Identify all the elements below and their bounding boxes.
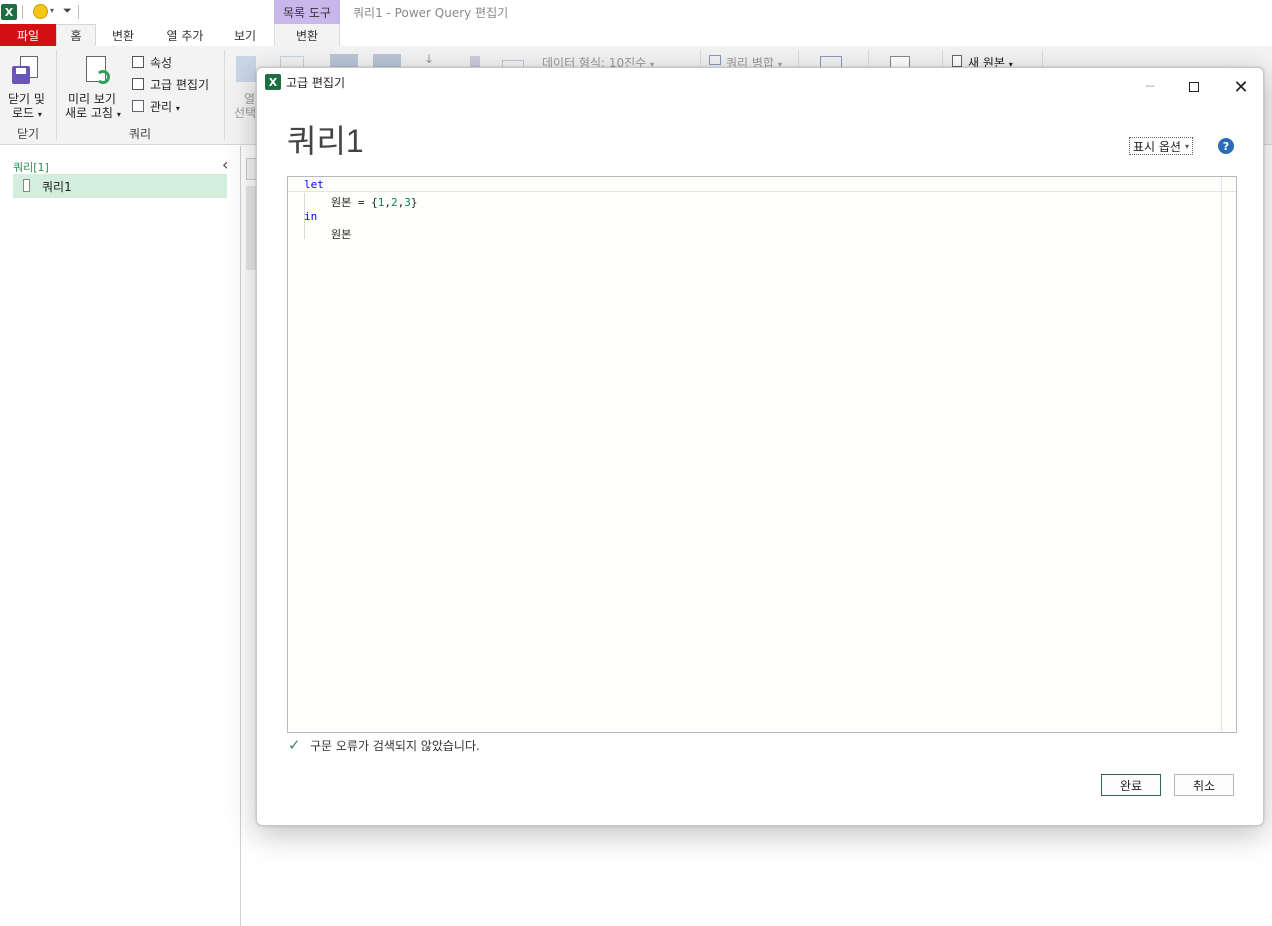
current-line-highlight [288,177,1236,192]
check-icon: ✓ [288,736,301,754]
refresh-preview-label-2[interactable]: 새로 고침 ▾ [65,104,121,121]
query-list-item[interactable]: 쿼리1 [13,174,227,198]
queries-pane: 쿼리[1] ‹ 쿼리1 [0,146,241,926]
advanced-editor-button[interactable]: 고급 편집기 [150,76,209,93]
context-tab-header: 목록 도구 [274,0,340,24]
manage-button[interactable]: 관리 ▾ [150,98,180,115]
code-editor[interactable]: let 원본 = {1,2,3} in 원본 [287,176,1237,733]
cancel-button[interactable]: 취소 [1174,774,1234,796]
separator [22,5,23,19]
separator [78,5,79,19]
close-load-label-2[interactable]: 로드 ▾ [12,104,42,121]
excel-logo-icon: X [265,74,281,90]
tab-add-column[interactable]: 열 추가 [156,24,214,46]
code-line-3: in [304,210,318,223]
done-button[interactable]: 완료 [1101,774,1161,796]
maximize-icon[interactable] [1179,74,1209,100]
group-label-query: 쿼리 [128,127,152,141]
manage-icon[interactable] [132,100,144,112]
display-options-dropdown[interactable]: 표시 옵션 ▾ [1129,137,1193,155]
new-source-icon[interactable] [952,55,962,67]
tab-home[interactable]: 홈 [56,24,96,46]
merge-queries-icon[interactable] [709,55,721,65]
tab-transform[interactable]: 변환 [98,24,148,46]
help-icon[interactable]: ? [1218,138,1234,154]
smiley-icon[interactable] [33,4,48,19]
excel-logo-icon: X [1,4,17,20]
tab-context-transform[interactable]: 변환 [274,24,340,46]
list-query-icon [23,179,30,192]
minimize-icon[interactable]: ─ [1135,74,1165,100]
chevron-down-icon[interactable]: ▾ [50,6,54,15]
chevron-down-icon: ▾ [1184,141,1189,151]
collapse-pane-icon[interactable]: ‹ [222,155,228,174]
query-item-label: 쿼리1 [42,180,72,194]
dialog-title: 고급 편집기 [286,76,346,90]
choose-columns-label-2[interactable]: 선택 [234,104,256,121]
tab-view[interactable]: 보기 [222,24,268,46]
code-line-2: 원본 = {1,2,3} [331,196,418,209]
separator [56,50,57,140]
sort-icon[interactable]: ↓ [424,52,434,66]
properties-button[interactable]: 속성 [150,54,172,71]
advanced-editor-icon[interactable] [132,78,144,90]
scrollbar[interactable] [1221,177,1236,732]
code-line-4: 원본 [331,228,352,241]
refresh-preview-icon[interactable] [84,56,112,88]
code-line-1: let [304,178,324,191]
close-load-icon[interactable] [10,56,40,86]
customize-toolbar-icon[interactable]: ⏷ [63,4,72,18]
syntax-status: 구문 오류가 검색되지 않았습니다. [310,739,480,753]
properties-icon[interactable] [132,56,144,68]
query-name-heading: 쿼리1 [287,123,364,159]
advanced-editor-dialog: X 고급 편집기 ─ ✕ 쿼리1 표시 옵션 ▾ ? let 원본 = {1,2,… [256,67,1264,826]
window-title: 쿼리1 - Power Query 편집기 [353,6,509,20]
title-bar: X ▾ ⏷ 목록 도구 쿼리1 - Power Query 편집기 [0,0,1272,24]
tab-file[interactable]: 파일 [0,24,56,46]
queries-header: 쿼리[1] [13,161,49,174]
group-label-close: 닫기 [16,127,40,141]
separator [224,50,225,140]
close-icon[interactable]: ✕ [1226,74,1256,100]
choose-columns-icon[interactable] [236,56,256,82]
ribbon-tabs: 파일 홈 변환 열 추가 보기 변환 [0,24,1272,46]
